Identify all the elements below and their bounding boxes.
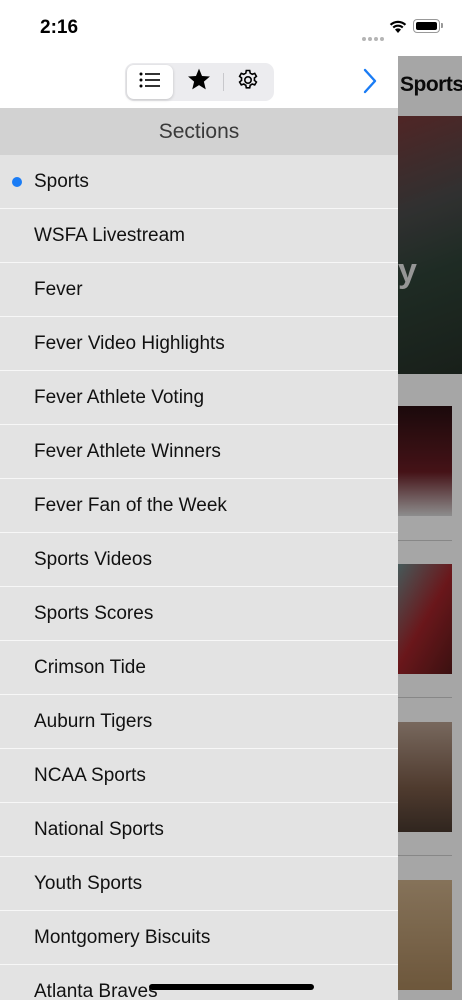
gear-icon xyxy=(236,68,260,97)
section-item-label: Fever Athlete Winners xyxy=(34,441,221,462)
section-item[interactable]: Fever Video Highlights xyxy=(0,317,398,371)
section-item[interactable]: Crimson Tide xyxy=(0,641,398,695)
section-item[interactable]: Fever Athlete Voting xyxy=(0,371,398,425)
drawer-segmented-control xyxy=(125,63,274,101)
section-item-label: Sports xyxy=(34,171,89,192)
wifi-icon xyxy=(388,18,408,39)
section-item[interactable]: Sports Scores xyxy=(0,587,398,641)
section-item[interactable]: Youth Sports xyxy=(0,857,398,911)
section-item-label: Youth Sports xyxy=(34,873,143,894)
sections-drawer: Sections Sports WSFA Livestream Fever Fever… xyxy=(0,108,398,1000)
section-item[interactable]: Sports Videos xyxy=(0,533,398,587)
section-item[interactable]: Fever Fan of the Week xyxy=(0,479,398,533)
forward-button[interactable] xyxy=(360,67,380,100)
section-item-label: NCAA Sports xyxy=(34,765,146,786)
section-item-label: Atlanta Braves xyxy=(34,981,158,1000)
section-item-label: Fever Fan of the Week xyxy=(34,495,227,516)
section-item-label: Fever Athlete Voting xyxy=(34,387,205,408)
list-icon xyxy=(138,70,162,95)
drawer-header: Sections xyxy=(0,108,398,155)
section-item-label: Fever Video Highlights xyxy=(34,333,225,354)
section-item[interactable]: NCAA Sports xyxy=(0,749,398,803)
background-dim-overlay[interactable] xyxy=(398,56,462,1000)
selected-indicator-icon xyxy=(12,177,22,187)
status-bar: 2:16 xyxy=(0,0,462,56)
section-item-label: Auburn Tigers xyxy=(34,711,153,732)
section-item-label: Crimson Tide xyxy=(34,657,146,678)
sections-list: Sports WSFA Livestream Fever Fever Video Hi… xyxy=(0,155,398,1000)
section-item-label: Fever xyxy=(34,279,83,300)
section-item[interactable]: National Sports xyxy=(0,803,398,857)
section-item[interactable]: Montgomery Biscuits xyxy=(0,911,398,965)
tab-favorites[interactable] xyxy=(176,65,222,99)
section-item[interactable]: WSFA Livestream xyxy=(0,209,398,263)
chevron-right-icon xyxy=(360,68,380,99)
segment-divider xyxy=(223,73,224,91)
tab-sections[interactable] xyxy=(127,65,173,99)
section-item[interactable]: Fever Athlete Winners xyxy=(0,425,398,479)
section-item-label: Montgomery Biscuits xyxy=(34,927,211,948)
section-item[interactable]: Auburn Tigers xyxy=(0,695,398,749)
section-item-label: National Sports xyxy=(34,819,164,840)
section-item[interactable]: Atlanta Braves xyxy=(0,965,398,1000)
star-icon xyxy=(186,67,212,97)
section-item[interactable]: Sports xyxy=(0,155,398,209)
section-item-label: WSFA Livestream xyxy=(34,225,185,246)
section-item[interactable]: Fever xyxy=(0,263,398,317)
tab-settings[interactable] xyxy=(225,65,271,99)
battery-icon xyxy=(413,19,443,33)
status-time: 2:16 xyxy=(40,17,79,38)
home-indicator[interactable] xyxy=(149,984,314,990)
section-item-label: Sports Videos xyxy=(34,549,152,570)
section-item-label: Sports Scores xyxy=(34,603,154,624)
signal-icon xyxy=(362,28,386,46)
